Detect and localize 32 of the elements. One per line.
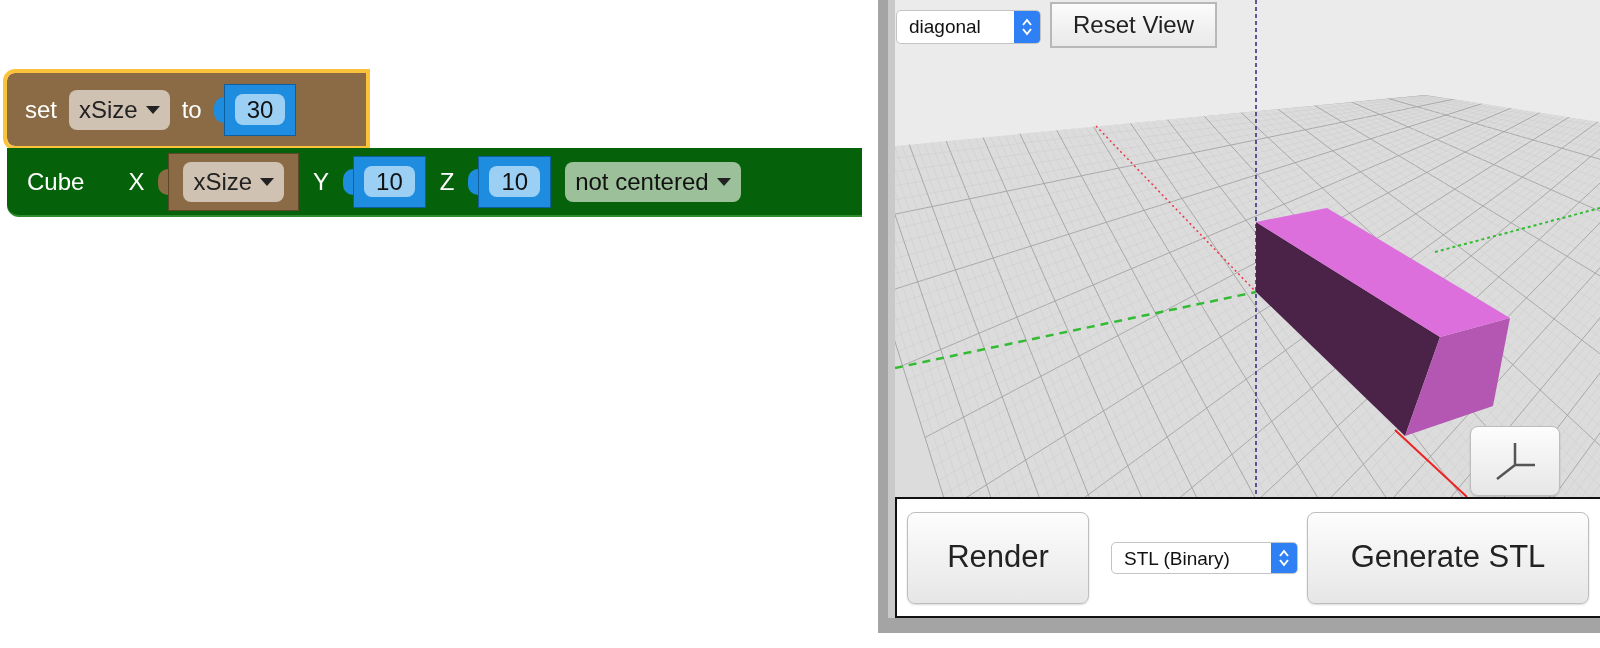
input-label: Z	[439, 166, 455, 197]
view-select[interactable]: diagonal	[896, 10, 1041, 44]
input-label: X	[128, 166, 145, 197]
block-label: Cube	[27, 166, 85, 197]
stepper-icon	[1021, 17, 1033, 37]
number-field[interactable]: 10	[489, 165, 541, 197]
number-field[interactable]: 10	[364, 165, 415, 197]
variable-block[interactable]: xSize	[168, 152, 300, 211]
block-label: to	[181, 94, 202, 125]
caret-icon	[716, 177, 731, 186]
generate-stl-button[interactable]: Generate STL	[1307, 511, 1589, 604]
render-button[interactable]: Render	[907, 511, 1089, 604]
block-label: set	[25, 94, 57, 125]
variable-dropdown[interactable]: xSize	[69, 89, 170, 130]
stepper-icon	[1278, 547, 1290, 568]
cube-block[interactable]: Cube X xSize Y 10 Z 10 not centered	[7, 148, 862, 217]
variable-dropdown[interactable]: xSize	[183, 161, 285, 202]
reset-view-button[interactable]: Reset View	[1050, 2, 1217, 48]
caret-icon	[260, 177, 275, 186]
number-block[interactable]: 10	[478, 155, 552, 208]
input-tab	[468, 168, 479, 195]
input-tab	[213, 96, 224, 123]
format-select[interactable]: STL (Binary)	[1111, 541, 1298, 574]
centering-dropdown[interactable]: not centered	[565, 161, 741, 202]
number-field[interactable]: 30	[234, 93, 286, 125]
input-tab	[158, 168, 169, 195]
axes-button[interactable]	[1470, 426, 1560, 496]
input-tab	[343, 168, 354, 195]
input-label: Y	[313, 166, 330, 197]
caret-icon	[145, 105, 160, 114]
number-block[interactable]: 30	[223, 83, 297, 136]
number-block[interactable]: 10	[353, 155, 426, 208]
